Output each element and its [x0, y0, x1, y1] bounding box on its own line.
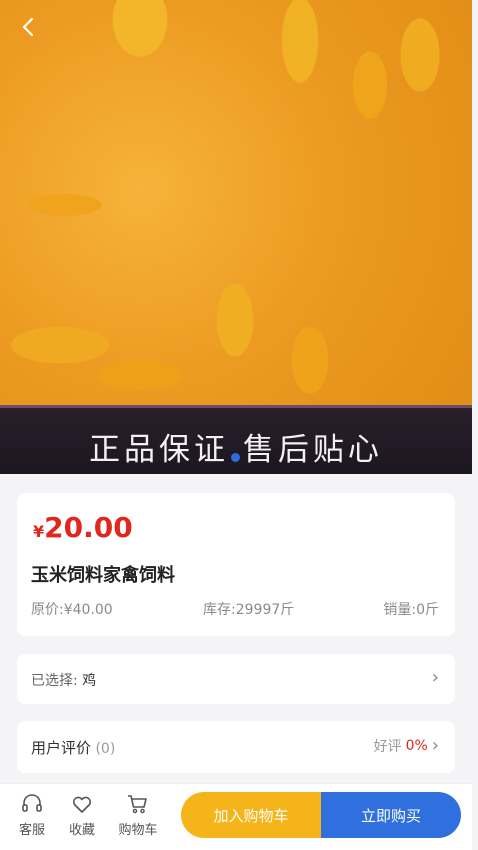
hero-banner-text: 正品保证 售后贴心: [89, 432, 383, 468]
customer-service-button[interactable]: 客服: [7, 792, 57, 838]
carousel-indicator-dot[interactable]: [231, 453, 240, 462]
cart-button[interactable]: 购物车: [113, 792, 163, 838]
selection-text: 已选择: 鸡: [31, 670, 96, 690]
buy-now-button[interactable]: 立即购买: [321, 792, 461, 838]
product-title: 玉米饲料家禽饲料: [31, 565, 175, 586]
bottom-action-bar: 客服 收藏 购物车 加入购物车 立即购买: [0, 783, 472, 850]
customer-service-label: 客服: [18, 823, 45, 838]
cart-label: 购物车: [118, 823, 158, 838]
spec-selection-row[interactable]: 已选择: 鸡 ›: [17, 654, 455, 704]
reviews-row[interactable]: 用户评价 (0) 好评 0% ›: [17, 721, 455, 773]
headset-icon: [22, 794, 42, 812]
good-rating-percent: 0%: [405, 738, 428, 754]
price-amount: 20.00: [44, 511, 133, 544]
favorite-button[interactable]: 收藏: [57, 792, 107, 838]
chevron-right-icon: ›: [431, 667, 439, 688]
reviews-rating: 好评 0% ›: [374, 736, 439, 756]
heart-icon: [72, 796, 92, 813]
add-to-cart-button[interactable]: 加入购物车: [181, 792, 321, 838]
back-arrow-icon[interactable]: [18, 16, 40, 38]
good-rating-label: 好评: [373, 739, 402, 755]
reviews-label: 用户评价: [31, 739, 92, 757]
reviews-count: (0): [95, 741, 116, 757]
product-info-card: ¥20.00 玉米饲料家禽饲料 原价:¥40.00 库存:29997斤 销量:0…: [17, 493, 455, 636]
product-price: ¥20.00: [33, 511, 133, 544]
chevron-right-icon: ›: [431, 735, 439, 756]
favorite-label: 收藏: [68, 823, 95, 838]
selection-action: ›: [432, 669, 439, 687]
currency-symbol: ¥: [33, 522, 45, 541]
hero-banner: 正品保证 售后贴心: [0, 405, 472, 474]
stock-count: 库存:29997斤: [203, 602, 295, 618]
product-image-carousel[interactable]: 正品保证 售后贴心: [0, 0, 472, 474]
selection-label: 已选择:: [31, 673, 78, 689]
cart-icon: [128, 795, 147, 814]
original-price: 原价:¥40.00: [31, 602, 113, 618]
page-edge: [472, 0, 478, 850]
selection-value: 鸡: [82, 673, 97, 689]
reviews-text: 用户评价 (0): [31, 737, 115, 758]
sales-count: 销量:0斤: [383, 602, 439, 618]
